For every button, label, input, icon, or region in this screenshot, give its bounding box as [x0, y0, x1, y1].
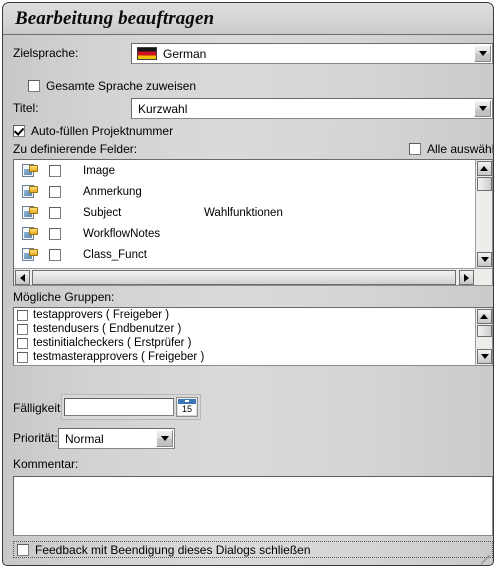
resize-grip[interactable]: [479, 552, 491, 565]
field-document-icon: [22, 184, 38, 199]
comment-label-row: Kommentar:: [13, 457, 78, 471]
feedback-close-label: Feedback mit Beendigung dieses Dialogs s…: [35, 542, 311, 557]
fields-vscroll-thumb[interactable]: [476, 177, 492, 191]
fields-list-viewport: Image Anmerkung Subject Wahlfunktionen W…: [14, 160, 475, 268]
groups-list-viewport: testapprovers ( Freigeber ) testendusers…: [14, 308, 475, 365]
field-label: Anmerkung: [83, 185, 142, 198]
fields-section-label-row: Zu definierende Felder:: [13, 142, 137, 156]
scroll-up-arrow-icon[interactable]: [476, 309, 492, 324]
group-checkbox[interactable]: [17, 351, 28, 363]
groups-vertical-scrollbar[interactable]: [475, 308, 492, 365]
due-date-label-row: Fälligkeit:: [13, 401, 64, 415]
priority-value: Normal: [65, 431, 104, 446]
scroll-right-arrow-icon[interactable]: [459, 270, 474, 285]
list-item[interactable]: testmasterapprovers ( Freigeber ): [14, 350, 475, 364]
scroll-up-arrow-icon[interactable]: [476, 161, 492, 176]
title-value: Kurzwahl: [138, 101, 188, 116]
scroll-down-arrow-icon[interactable]: [477, 349, 492, 364]
calendar-icon[interactable]: 15: [176, 397, 198, 417]
field-label: WorkflowNotes: [83, 227, 161, 240]
target-language-row: Zielsprache:: [13, 46, 78, 60]
priority-label-row: Priorität:: [13, 431, 58, 445]
title-combobox[interactable]: Kurzwahl: [131, 98, 493, 119]
fields-horizontal-scrollbar[interactable]: [14, 268, 492, 285]
select-all-checkbox[interactable]: [409, 143, 421, 155]
title-label: Titel:: [13, 101, 39, 115]
dialog-window: Bearbeitung beauftragen Zielsprache: Ger…: [2, 2, 494, 566]
fields-vertical-scrollbar[interactable]: [475, 160, 492, 268]
target-language-combobox[interactable]: German: [131, 43, 493, 64]
select-all-row[interactable]: Alle auswählen: [409, 142, 493, 156]
field-checkbox[interactable]: [49, 185, 61, 198]
field-document-icon: [22, 163, 38, 178]
list-item[interactable]: testendusers ( Endbenutzer ): [14, 322, 475, 336]
assign-whole-language-checkbox[interactable]: [28, 80, 40, 92]
table-row[interactable]: Anmerkung: [14, 181, 475, 202]
scroll-down-arrow-icon[interactable]: [477, 252, 492, 267]
fields-hscroll-thumb[interactable]: [32, 270, 456, 285]
field-checkbox[interactable]: [49, 248, 61, 261]
chevron-down-icon[interactable]: [474, 45, 491, 62]
feedback-close-checkbox[interactable]: [17, 543, 29, 556]
fields-annotation-label: Wahlfunktionen: [204, 206, 283, 219]
chevron-down-icon[interactable]: [156, 430, 173, 447]
table-row[interactable]: Class_Funct: [14, 244, 475, 265]
group-label: testinitialcheckers ( Erstprüfer ): [33, 337, 192, 349]
page-title: Bearbeitung beauftragen: [15, 7, 215, 29]
group-checkbox[interactable]: [17, 309, 28, 321]
title-row: Titel:: [13, 101, 39, 115]
calendar-day-number: 15: [178, 404, 196, 415]
groups-section-label: Mögliche Gruppen:: [13, 290, 115, 304]
dialog-titlebar: Bearbeitung beauftragen: [3, 3, 493, 35]
groups-vscroll-thumb[interactable]: [476, 325, 492, 337]
priority-combobox[interactable]: Normal: [58, 428, 175, 449]
field-document-icon: [22, 226, 38, 241]
group-label: testmasterapprovers ( Freigeber ): [33, 351, 205, 363]
groups-listbox[interactable]: testapprovers ( Freigeber ) testendusers…: [13, 307, 493, 366]
field-checkbox[interactable]: [49, 227, 61, 240]
field-checkbox[interactable]: [49, 164, 61, 177]
list-item[interactable]: testsecondcheckers ( Zweitprüfer ): [14, 364, 475, 365]
groups-section-label-row: Mögliche Gruppen:: [13, 290, 114, 304]
fields-section-label: Zu definierende Felder:: [13, 142, 138, 156]
select-all-label: Alle auswählen: [427, 142, 493, 156]
comment-label: Kommentar:: [13, 457, 79, 471]
chevron-down-icon[interactable]: [474, 100, 491, 117]
target-language-value: German: [163, 46, 207, 61]
fields-listbox[interactable]: Image Anmerkung Subject Wahlfunktionen W…: [13, 159, 493, 286]
field-checkbox[interactable]: [49, 206, 61, 219]
scroll-left-arrow-icon[interactable]: [15, 270, 30, 285]
table-row[interactable]: Image: [14, 160, 475, 181]
target-language-label: Zielsprache:: [13, 46, 79, 60]
list-item[interactable]: testapprovers ( Freigeber ): [14, 308, 475, 322]
priority-label: Priorität:: [13, 431, 58, 445]
assign-whole-language-label: Gesamte Sprache zuweisen: [46, 79, 197, 93]
table-row[interactable]: Subject Wahlfunktionen: [14, 202, 475, 223]
group-label: testapprovers ( Freigeber ): [33, 309, 170, 321]
field-label: Image: [83, 164, 115, 177]
list-item[interactable]: testinitialcheckers ( Erstprüfer ): [14, 336, 475, 350]
field-document-icon: [22, 205, 38, 220]
german-flag-icon: [137, 47, 157, 60]
autofill-project-number-checkbox[interactable]: [13, 125, 25, 137]
group-checkbox[interactable]: [17, 323, 28, 335]
field-document-icon: [22, 247, 38, 262]
group-checkbox[interactable]: [17, 337, 28, 349]
field-label: Subject: [83, 206, 122, 219]
assign-whole-language-checkbox-row[interactable]: Gesamte Sprache zuweisen: [28, 79, 196, 93]
group-label: testendusers ( Endbenutzer ): [33, 323, 182, 335]
due-date-label: Fälligkeit:: [13, 401, 64, 415]
comment-input[interactable]: [13, 476, 493, 536]
table-row[interactable]: WorkflowNotes: [14, 223, 475, 244]
feedback-close-row[interactable]: Feedback mit Beendigung dieses Dialogs s…: [13, 541, 493, 558]
due-date-picker[interactable]: 15: [61, 394, 201, 420]
autofill-project-number-row[interactable]: Auto-füllen Projektnummer: [13, 124, 173, 138]
due-date-input[interactable]: [64, 398, 174, 416]
field-label: Class_Funct: [83, 248, 147, 261]
dialog-body: Zielsprache: German Gesamte Sprache zuwe…: [3, 35, 493, 565]
autofill-project-number-label: Auto-füllen Projektnummer: [31, 124, 174, 138]
